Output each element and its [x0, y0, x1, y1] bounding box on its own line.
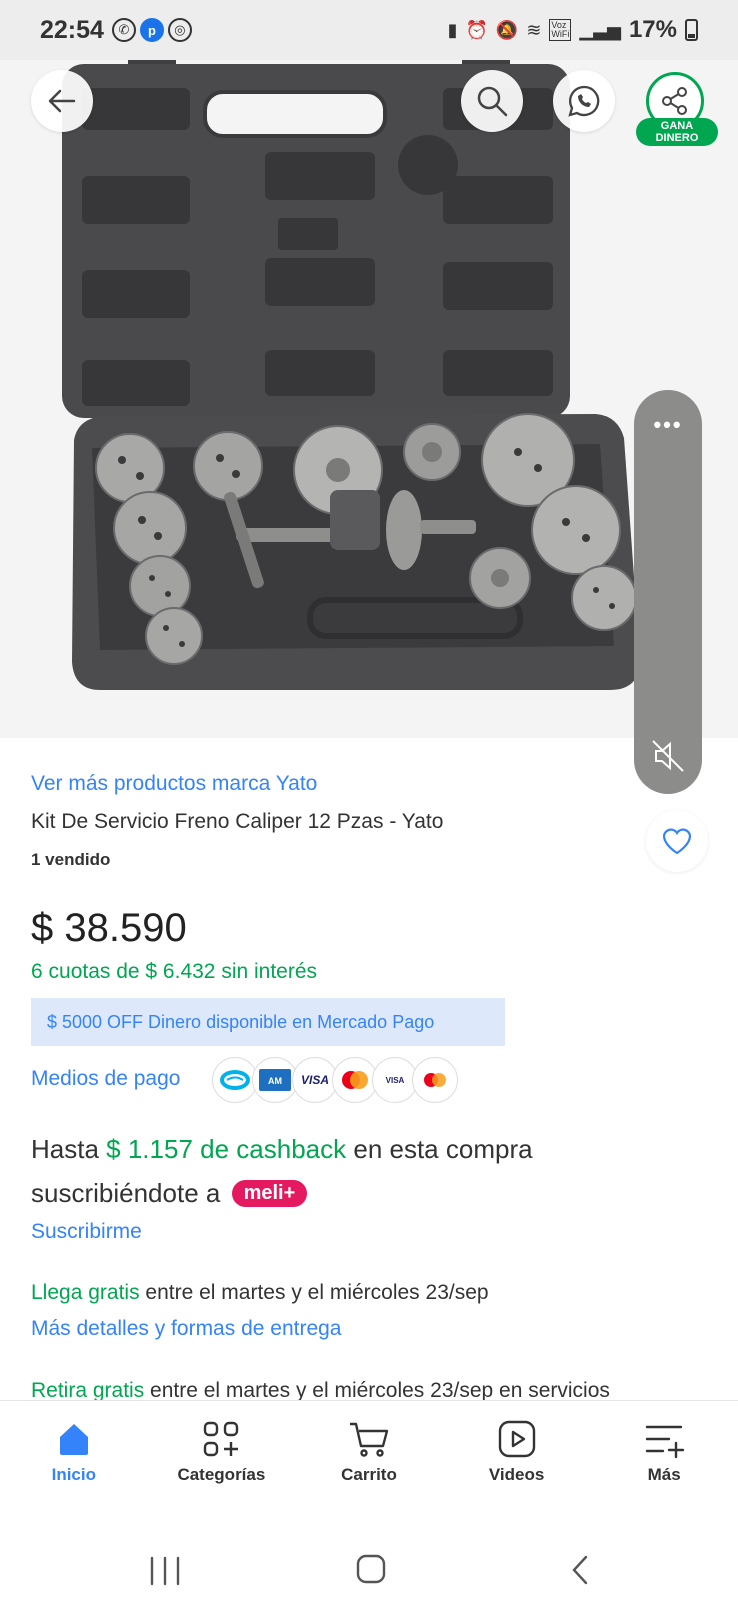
cashback-suffix: en esta compra — [353, 1134, 533, 1164]
nav-inicio[interactable]: Inicio — [0, 1401, 148, 1510]
battery-icon — [685, 19, 698, 41]
favorite-button[interactable] — [646, 810, 708, 872]
mute-icon — [652, 740, 684, 772]
shipping-details-link[interactable]: Más detalles y formas de entrega — [31, 1317, 342, 1341]
status-time: 22:54 — [40, 15, 104, 44]
voz-wifi-icon: Voz WiFi — [549, 19, 572, 41]
more-icon[interactable]: ••• — [634, 412, 702, 438]
product-title: Kit De Servicio Freno Caliper 12 Pzas - … — [31, 810, 444, 833]
share-icon — [662, 87, 687, 115]
brand-link[interactable]: Ver más productos marca Yato — [31, 772, 317, 796]
home-icon — [59, 1424, 88, 1455]
nav-label: Inicio — [51, 1465, 96, 1484]
arrival-text: entre el martes y el miércoles 23/sep — [145, 1281, 489, 1304]
free-shipping-label: Llega gratis — [31, 1281, 140, 1304]
bottom-navigation: Inicio Categorías Carrito Videos Más — [0, 1400, 738, 1510]
product-image[interactable] — [0, 0, 738, 738]
recent-apps-icon[interactable] — [150, 1556, 180, 1586]
wifi-icon: ≋ — [526, 19, 542, 40]
video-controls-panel[interactable]: ••• — [634, 390, 702, 794]
status-bar: 22:54 ✆ p ◎ ▮ ⏰ 🔕 ≋ Voz WiFi ▁▃▅ 17% — [0, 0, 738, 60]
back-arrow-icon — [48, 89, 76, 113]
system-navigation-bar — [0, 1510, 738, 1600]
search-button[interactable] — [461, 70, 523, 132]
video-icon — [498, 1420, 535, 1458]
whatsapp-notification-icon: ✆ — [111, 18, 136, 42]
mute-status-icon: 🔕 — [495, 19, 519, 40]
cashback-line2: suscribiéndote a — [31, 1178, 221, 1208]
back-button[interactable] — [31, 70, 93, 132]
sim-icon: ▮ — [447, 19, 458, 40]
nav-categorias[interactable]: Categorías — [148, 1401, 296, 1510]
maestro-icon — [412, 1057, 458, 1103]
brake-caliper-kit-image — [62, 40, 640, 690]
cart-icon — [349, 1422, 389, 1457]
system-back-icon[interactable] — [572, 1555, 588, 1585]
nav-label: Categorías — [177, 1465, 266, 1484]
price: $ 38.590 — [31, 906, 187, 950]
meli-plus-badge: meli+ — [231, 1180, 308, 1207]
cashback-subscription-line: suscribiéndote a meli+ — [31, 1178, 308, 1209]
whatsapp-share-button[interactable] — [553, 70, 615, 132]
payment-methods-link[interactable]: Medios de pago — [31, 1067, 180, 1091]
earn-money-badge: GANA DINERO — [636, 118, 718, 146]
cashback-prefix: Hasta — [31, 1134, 99, 1164]
shipping-arrival: Llega gratis entre el martes y el miérco… — [31, 1281, 489, 1305]
alarm-icon: ⏰ — [465, 19, 488, 40]
nav-label: Videos — [488, 1465, 545, 1484]
nav-label: Carrito — [341, 1465, 397, 1484]
free-pickup-label: Retira gratis — [31, 1379, 145, 1402]
p-notification-icon: p — [139, 18, 164, 42]
nav-carrito[interactable]: Carrito — [295, 1401, 443, 1510]
promo-banner[interactable]: $ 5000 OFF Dinero disponible en Mercado … — [31, 998, 505, 1046]
heart-icon — [662, 828, 692, 855]
installments-text: 6 cuotas de $ 6.432 sin interés — [31, 960, 318, 983]
fingerprint-icon: ◎ — [167, 18, 192, 42]
subscribe-link[interactable]: Suscribirme — [31, 1220, 142, 1244]
battery-percentage: 17% — [628, 16, 677, 43]
sold-count: 1 vendido — [31, 850, 111, 869]
payment-methods-icons[interactable]: AM VISA VISA — [212, 1057, 458, 1103]
categories-icon — [204, 1421, 239, 1457]
nav-videos[interactable]: Videos — [443, 1401, 591, 1510]
signal-icon: ▁▃▅ — [579, 19, 621, 40]
mute-button[interactable] — [650, 738, 686, 779]
pickup-text: entre el martes y el miércoles 23/sep en… — [150, 1379, 610, 1402]
home-button-icon[interactable] — [356, 1554, 386, 1584]
nav-label: Más — [647, 1465, 681, 1484]
menu-icon — [645, 1425, 685, 1459]
cashback-line: Hasta $ 1.157 de cashback en esta compra — [31, 1134, 533, 1165]
cashback-amount: $ 1.157 de cashback — [106, 1134, 347, 1164]
nav-mas[interactable]: Más — [590, 1401, 738, 1510]
whatsapp-share-icon — [568, 85, 600, 117]
svg-text:AM: AM — [268, 1076, 282, 1086]
search-icon — [477, 86, 508, 117]
